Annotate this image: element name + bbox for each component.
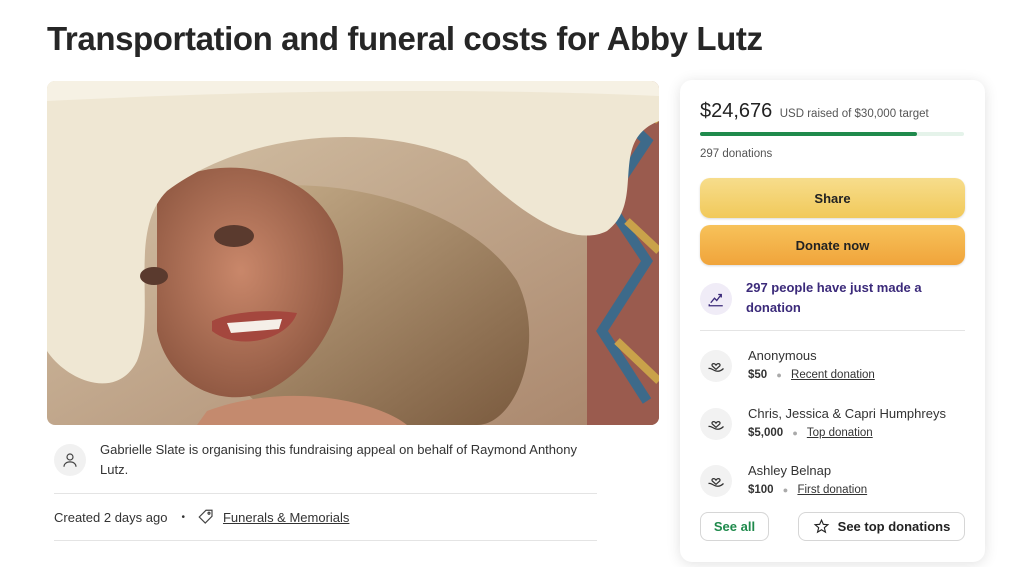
heart-hand-icon xyxy=(700,350,732,382)
see-all-button[interactable]: See all xyxy=(700,512,769,541)
trending-up-icon xyxy=(700,283,732,315)
divider xyxy=(54,540,597,541)
donation-amount: $5,000 xyxy=(748,427,784,439)
share-button[interactable]: Share xyxy=(700,178,965,218)
fundraiser-photo xyxy=(47,81,659,425)
organiser-text: Gabrielle Slate is organising this fundr… xyxy=(100,442,577,477)
donation-card: $24,676 USD raised of $30,000 target 297… xyxy=(680,80,985,562)
donor-item: Ashley Belnap $100 ● First donation xyxy=(700,462,867,500)
tag-icon xyxy=(198,509,213,524)
story-text-partial xyxy=(54,560,554,567)
donation-type-link[interactable]: Top donation xyxy=(807,427,873,439)
recent-activity-text: 297 people have just made a donation xyxy=(746,280,922,315)
donor-name: Chris, Jessica & Capri Humphreys xyxy=(748,406,946,421)
donation-type-link[interactable]: Recent donation xyxy=(791,369,875,381)
donor-item: Anonymous $50 ● Recent donation xyxy=(700,347,875,385)
heart-hand-icon xyxy=(700,408,732,440)
raised-amount: $24,676 xyxy=(700,100,773,122)
see-top-donations-button[interactable]: See top donations xyxy=(798,512,965,541)
donor-name: Ashley Belnap xyxy=(748,463,832,478)
recent-activity: 297 people have just made a donation xyxy=(700,278,946,318)
user-icon xyxy=(63,453,77,467)
separator-dot: • xyxy=(181,511,185,523)
donation-amount: $100 xyxy=(748,484,774,496)
progress-bar xyxy=(700,132,964,136)
donate-now-button[interactable]: Donate now xyxy=(700,225,965,265)
target-text: USD raised of $30,000 target xyxy=(779,108,929,120)
heart-hand-icon xyxy=(700,465,732,497)
divider xyxy=(54,493,597,494)
meta-row: Created 2 days ago • Funerals & Memorial… xyxy=(54,508,349,526)
category-link[interactable]: Funerals & Memorials xyxy=(223,510,349,525)
raised-summary: $24,676 USD raised of $30,000 target xyxy=(700,100,929,123)
separator-dot: ● xyxy=(782,485,789,495)
donation-type-link[interactable]: First donation xyxy=(797,484,867,496)
divider xyxy=(700,330,965,331)
see-top-donations-label: See top donations xyxy=(837,519,951,534)
avatar xyxy=(54,444,86,476)
star-icon xyxy=(813,518,829,534)
donation-count: 297 donations xyxy=(700,148,773,160)
separator-dot: ● xyxy=(776,370,782,380)
donor-item: Chris, Jessica & Capri Humphreys $5,000 … xyxy=(700,405,946,443)
donation-amount: $50 xyxy=(748,369,768,381)
separator-dot: ● xyxy=(792,428,798,438)
organiser-info: Gabrielle Slate is organising this fundr… xyxy=(54,440,614,480)
created-date: Created 2 days ago xyxy=(54,509,168,525)
page-title: Transportation and funeral costs for Abb… xyxy=(47,20,763,57)
donor-name: Anonymous xyxy=(748,348,817,363)
progress-fill xyxy=(700,132,918,136)
